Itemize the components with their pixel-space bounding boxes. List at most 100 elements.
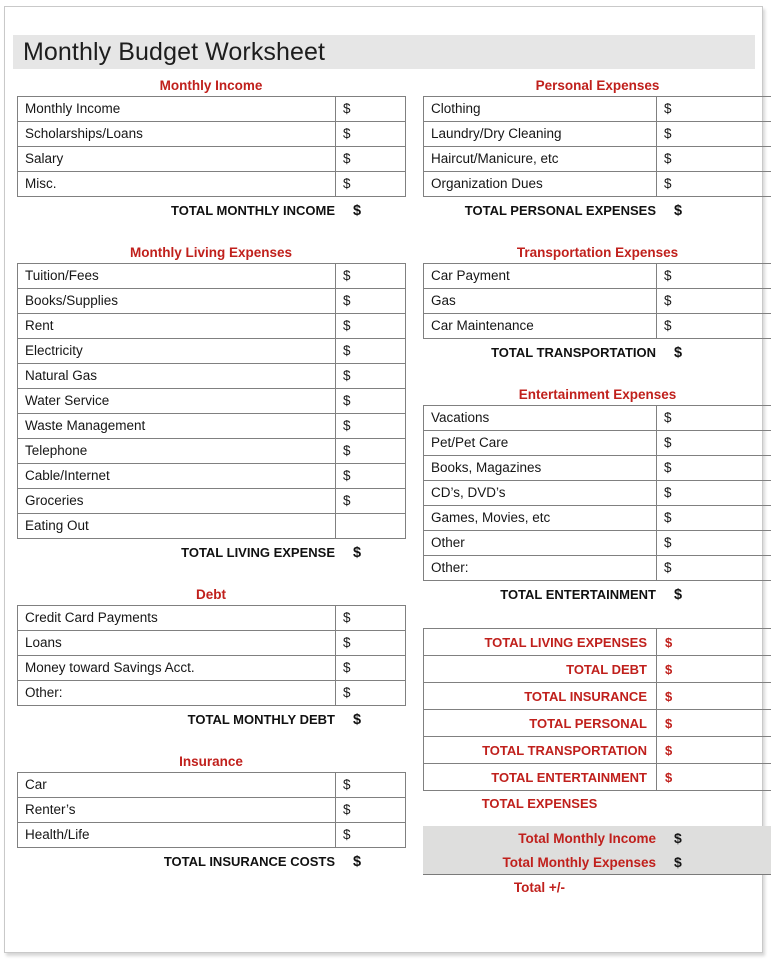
row-amount-input[interactable]: $ [335,655,406,681]
table-row: Electricity $ [17,338,406,364]
row-amount-input[interactable]: $ [335,121,406,147]
row-amount-input[interactable]: $ [656,455,771,481]
row-label: Books/Supplies [17,288,336,314]
table-monthly-income: Monthly Income $ Scholarships/Loans $ Salary… [17,96,406,197]
row-amount-input[interactable]: $ [335,630,406,656]
final-row-total-monthly-income: Total Monthly Income $ [423,826,771,850]
row-label: Car [17,772,336,798]
table-row: Organization Dues $ [423,171,771,197]
tbody-insurance: Car $ Renter’s $ Health/Life $ [17,772,406,848]
summary-row: TOTAL TRANSPORTATION $ [423,736,771,764]
row-amount-input[interactable] [335,513,406,539]
row-amount-input[interactable]: $ [335,363,406,389]
total-amount: $ [674,344,683,361]
tbody-transportation-expenses: Car Payment $ Gas $ Car Maintenance $ [423,263,771,339]
row-amount-input[interactable]: $ [335,797,406,823]
row-amount-input[interactable]: $ [656,405,771,431]
row-label: Tuition/Fees [17,263,336,289]
row-amount-input[interactable]: $ [335,171,406,197]
summary-label: TOTAL DEBT [423,655,657,683]
row-label: Money toward Savings Acct. [17,655,336,681]
table-row: Books/Supplies $ [17,288,406,314]
table-row: Books, Magazines $ [423,455,771,481]
tbody-monthly-income: Monthly Income $ Scholarships/Loans $ Salary… [17,96,406,197]
final-row-total-monthly-expenses: Total Monthly Expenses $ [423,850,771,875]
row-amount-input[interactable]: $ [335,680,406,706]
table-row: Health/Life $ [17,822,406,848]
row-amount-input[interactable]: $ [656,96,771,122]
row-label: Telephone [17,438,336,464]
row-label: Other [423,530,657,556]
row-amount-input[interactable]: $ [335,413,406,439]
row-label: Water Service [17,388,336,414]
row-amount-input[interactable]: $ [335,605,406,631]
row-label: Car Maintenance [423,313,657,339]
row-label: Clothing [423,96,657,122]
table-row: Other: $ [423,555,771,581]
summary-label: TOTAL LIVING EXPENSES [423,628,657,656]
row-label: Salary [17,146,336,172]
summary-row: TOTAL INSURANCE $ [423,682,771,710]
row-amount-input[interactable]: $ [335,438,406,464]
row-amount-input[interactable]: $ [335,338,406,364]
summary-amount-input[interactable]: $ [656,736,771,764]
row-amount-input[interactable]: $ [335,463,406,489]
row-label: Groceries [17,488,336,514]
total-row-transportation: TOTAL TRANSPORTATION $ [423,339,771,366]
summary-amount-input[interactable]: $ [656,763,771,791]
row-label: Scholarships/Loans [17,121,336,147]
table-row: Tuition/Fees $ [17,263,406,289]
table-row: Laundry/Dry Cleaning $ [423,121,771,147]
summary-row: TOTAL DEBT $ [423,655,771,683]
total-label: TOTAL MONTHLY INCOME [171,203,335,218]
row-label: Electricity [17,338,336,364]
table-personal-expenses: Clothing $ Laundry/Dry Cleaning $ Haircut/Ma… [423,96,771,197]
row-amount-input[interactable]: $ [656,288,771,314]
row-amount-input[interactable]: $ [656,121,771,147]
row-amount-input[interactable]: $ [656,505,771,531]
row-amount-input[interactable]: $ [335,288,406,314]
table-row: Haircut/Manicure, etc $ [423,146,771,172]
summary-amount-input[interactable]: $ [656,682,771,710]
table-row: Telephone $ [17,438,406,464]
row-label: Games, Movies, etc [423,505,657,531]
row-amount-input[interactable]: $ [335,146,406,172]
table-row: Renter’s $ [17,797,406,823]
row-amount-input[interactable]: $ [335,488,406,514]
row-amount-input[interactable]: $ [335,96,406,122]
table-transportation-expenses: Car Payment $ Gas $ Car Maintenance $ [423,263,771,339]
row-amount-input[interactable]: $ [656,555,771,581]
row-label: Misc. [17,171,336,197]
summary-amount-input[interactable]: $ [656,628,771,656]
row-amount-input[interactable]: $ [656,530,771,556]
table-row: Groceries $ [17,488,406,514]
table-row: Misc. $ [17,171,406,197]
row-label: Cable/Internet [17,463,336,489]
summary-label: TOTAL INSURANCE [423,682,657,710]
row-amount-input[interactable]: $ [656,263,771,289]
row-amount-input[interactable]: $ [656,313,771,339]
section-heading-monthly-income: Monthly Income [159,78,263,93]
row-amount-input[interactable]: $ [335,822,406,848]
row-amount-input[interactable]: $ [335,772,406,798]
summary-label: TOTAL ENTERTAINMENT [423,763,657,791]
row-amount-input[interactable]: $ [656,430,771,456]
row-amount-input[interactable]: $ [335,388,406,414]
table-row: Rent $ [17,313,406,339]
summary-amount-input[interactable]: $ [656,655,771,683]
section-heading-personal-expenses: Personal Expenses [535,78,660,93]
row-amount-input[interactable]: $ [656,171,771,197]
summary-label: TOTAL PERSONAL [423,709,657,737]
tbody-living-expenses: Tuition/Fees $ Books/Supplies $ Rent $ Electri… [17,263,406,539]
row-amount-input[interactable]: $ [656,480,771,506]
summary-amount-input[interactable]: $ [656,709,771,737]
row-amount-input[interactable]: $ [656,146,771,172]
row-amount-input[interactable]: $ [335,263,406,289]
total-amount: $ [674,202,683,219]
row-amount-input[interactable]: $ [335,313,406,339]
